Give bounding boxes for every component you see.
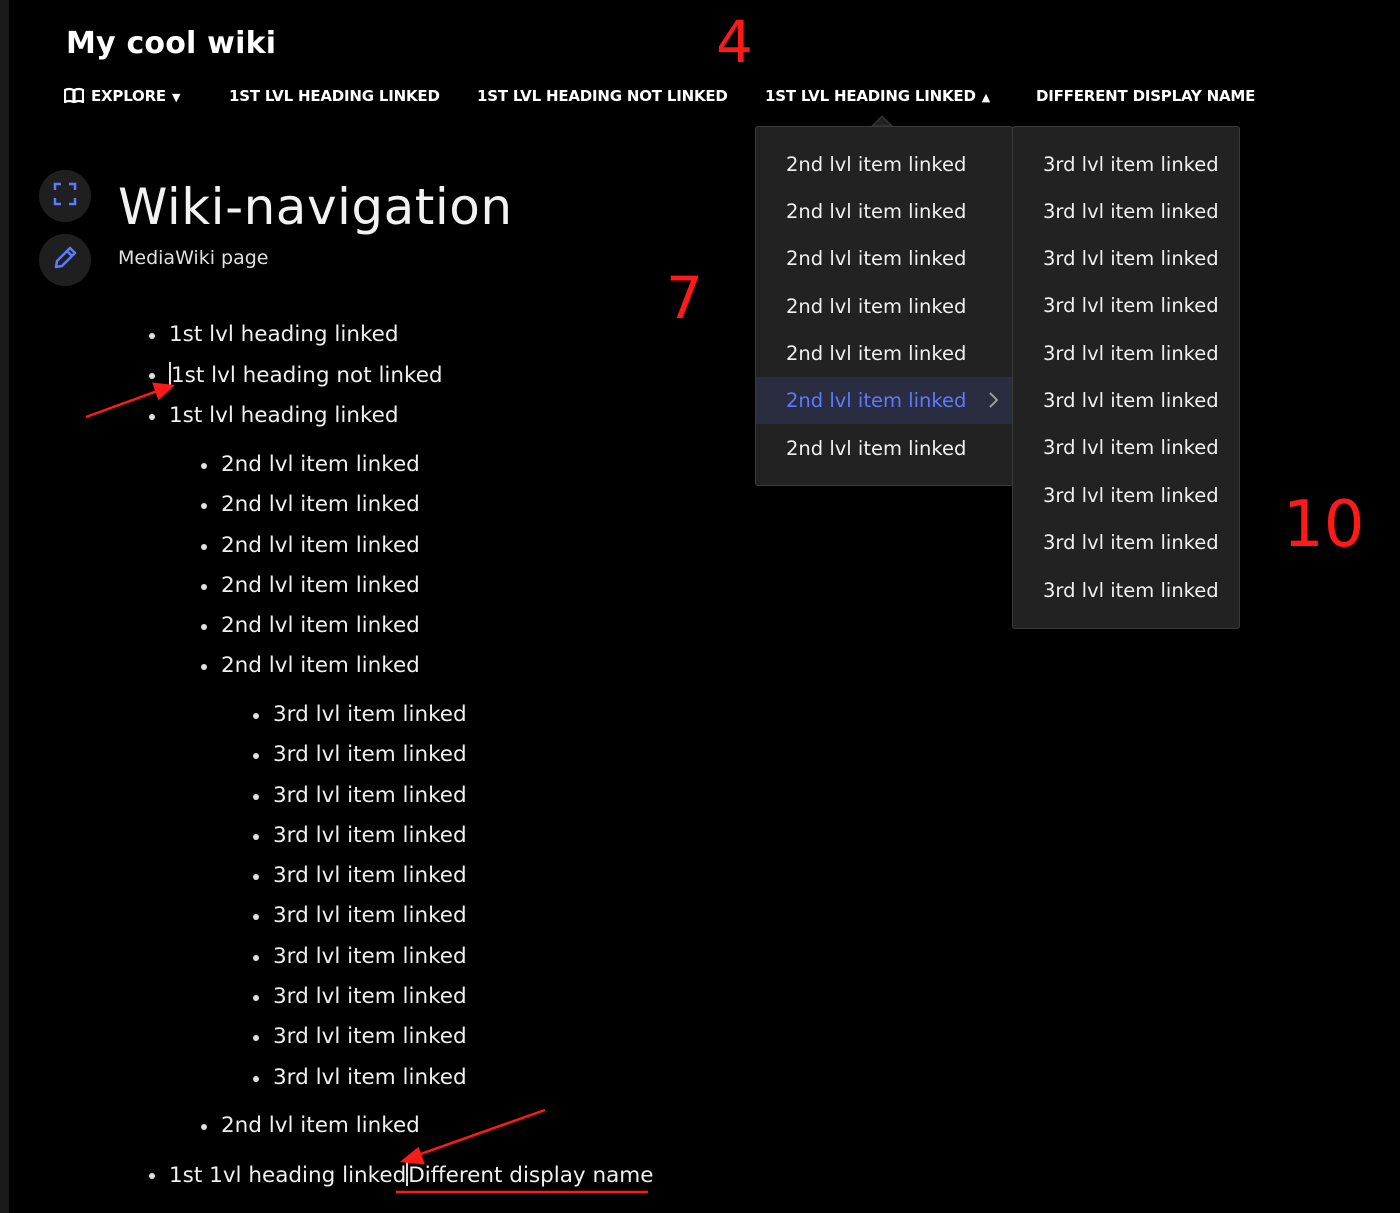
dropdown-level3-item[interactable]: 3rd lvl item linked [1013, 377, 1239, 424]
dropdown-pointer [870, 115, 894, 127]
dropdown-level3-item[interactable]: 3rd lvl item linked [1013, 282, 1239, 329]
menu-item-label: 3rd lvl item linked [1043, 531, 1219, 554]
menu-item-label: 2nd lvl item linked [786, 389, 967, 412]
dropdown-level3-item[interactable]: 3rd lvl item linked [1013, 567, 1239, 614]
dropdown-level3: 3rd lvl item linked 3rd lvl item linked … [1012, 126, 1240, 629]
menu-item-label: 2nd lvl item linked [786, 153, 967, 176]
dropdown-level2-item[interactable]: 2nd lvl item linked [756, 425, 1012, 472]
menu-item-label: 2nd lvl item linked [786, 295, 967, 318]
dropdown-level3-item[interactable]: 3rd lvl item linked [1013, 519, 1239, 566]
dropdown-level2-item-active[interactable]: 2nd lvl item linked [756, 377, 1012, 424]
menu-item-label: 3rd lvl item linked [1043, 484, 1219, 507]
menu-item-label: 2nd lvl item linked [786, 200, 967, 223]
chevron-right-icon [988, 390, 1000, 415]
menu-item-label: 3rd lvl item linked [1043, 436, 1219, 459]
dropdown-level2-item[interactable]: 2nd lvl item linked [756, 330, 1012, 377]
dropdown-level2-item[interactable]: 2nd lvl item linked [756, 141, 1012, 188]
dropdown-level3-item[interactable]: 3rd lvl item linked [1013, 330, 1239, 377]
annotation-arrow-1 [85, 382, 175, 419]
dropdown-level2: 2nd lvl item linked 2nd lvl item linked … [755, 126, 1013, 486]
menu-item-label: 3rd lvl item linked [1043, 153, 1219, 176]
dropdown-level3-item[interactable]: 3rd lvl item linked [1013, 188, 1239, 235]
dropdown-level3-item[interactable]: 3rd lvl item linked [1013, 235, 1239, 282]
menu-item-label: 3rd lvl item linked [1043, 247, 1219, 270]
menu-item-label: 3rd lvl item linked [1043, 294, 1219, 317]
menu-item-label: 2nd lvl item linked [786, 437, 967, 460]
dropdown-level3-item[interactable]: 3rd lvl item linked [1013, 424, 1239, 471]
dropdown-level3-item[interactable]: 3rd lvl item linked [1013, 141, 1239, 188]
menu-item-label: 3rd lvl item linked [1043, 389, 1219, 412]
dropdown-level2-item[interactable]: 2nd lvl item linked [756, 283, 1012, 330]
annotation-arrow-2 [399, 1108, 546, 1165]
menu-item-label: 3rd lvl item linked [1043, 579, 1219, 602]
menu-item-label: 3rd lvl item linked [1043, 200, 1219, 223]
dropdown-level3-item[interactable]: 3rd lvl item linked [1013, 472, 1239, 519]
dropdown-level2-item[interactable]: 2nd lvl item linked [756, 235, 1012, 282]
dropdown-level2-item[interactable]: 2nd lvl item linked [756, 188, 1012, 235]
menu-item-label: 2nd lvl item linked [786, 342, 967, 365]
menu-item-label: 3rd lvl item linked [1043, 342, 1219, 365]
menu-item-label: 2nd lvl item linked [786, 247, 967, 270]
